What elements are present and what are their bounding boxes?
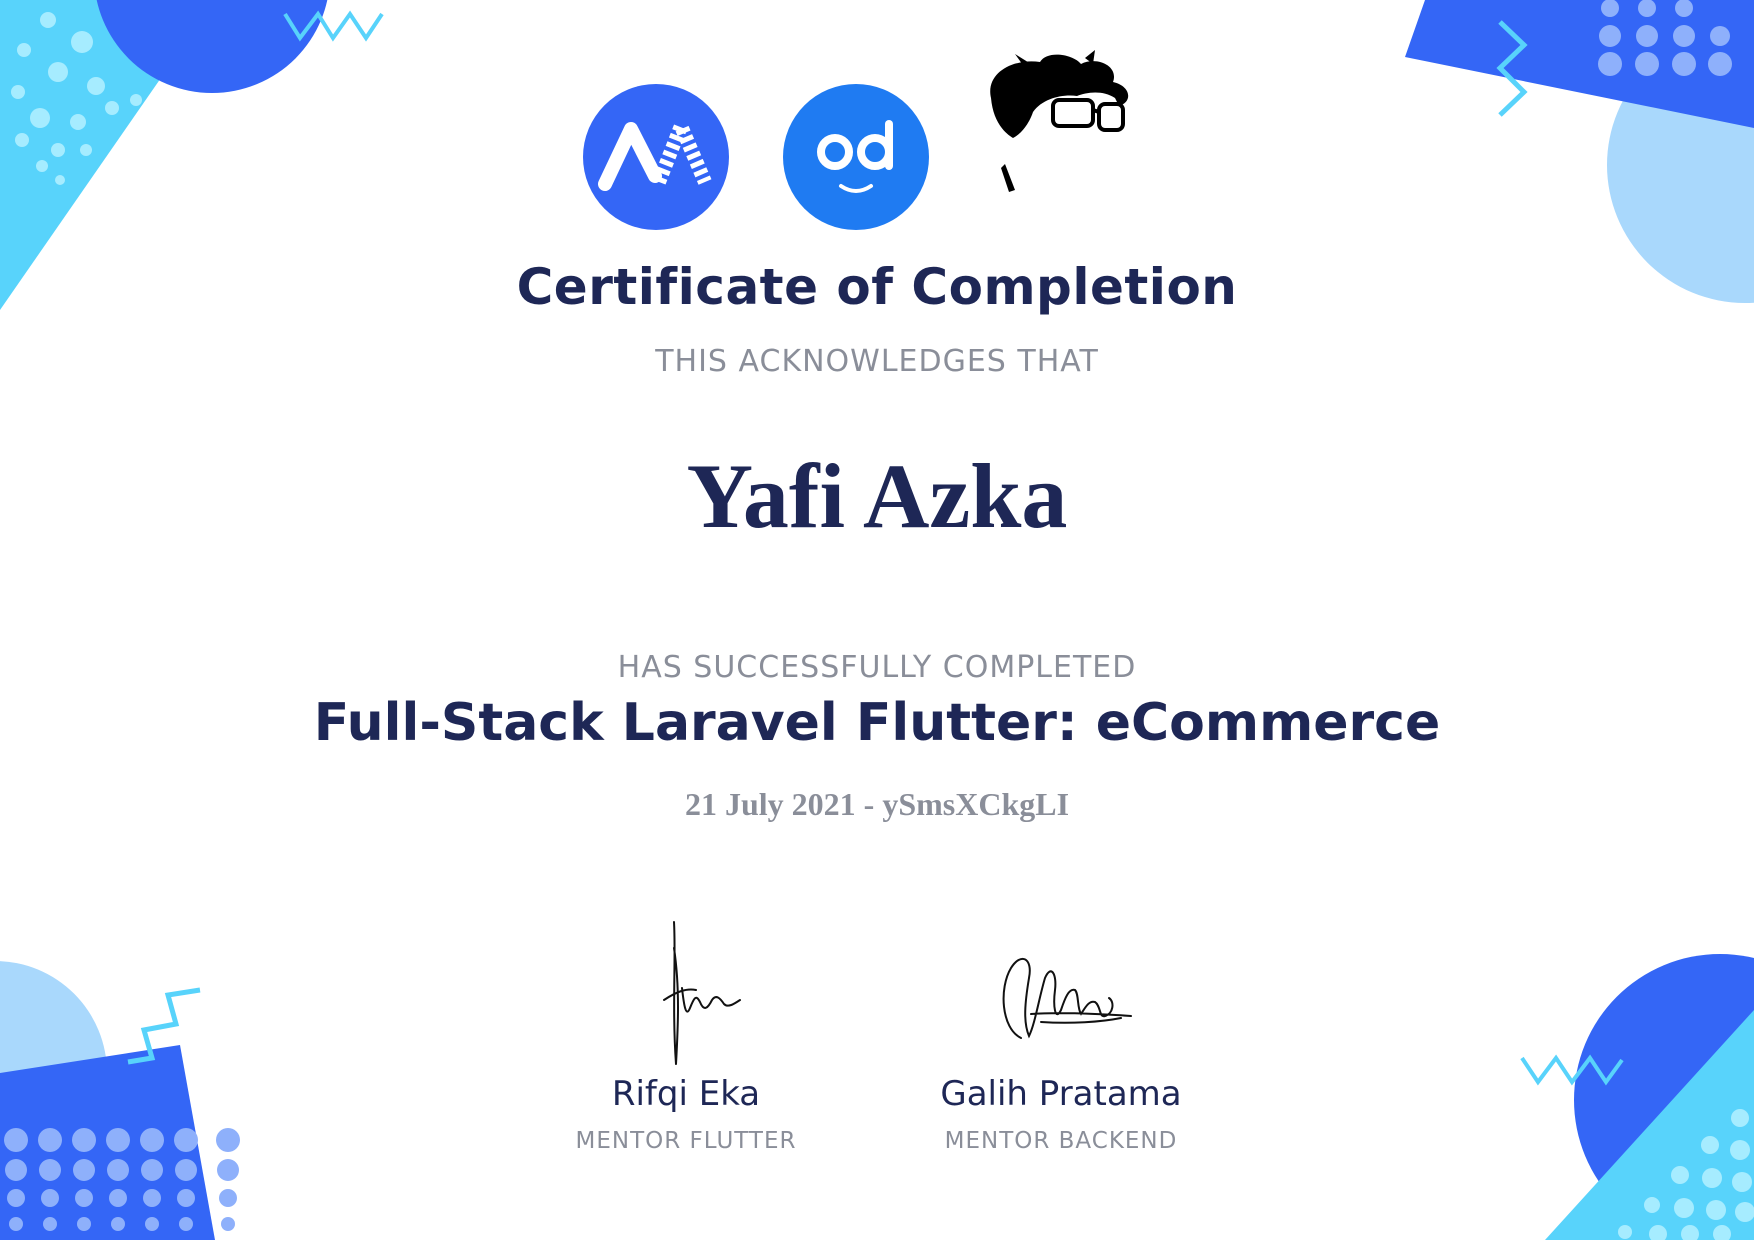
course-name: Full-Stack Laravel Flutter: eCommerce — [313, 693, 1441, 753]
face-avatar-logo-icon — [990, 50, 1129, 192]
acknowledges-label: THIS ACKNOWLEDGES THAT — [655, 344, 1099, 379]
certificate-title: Certificate of Completion — [516, 258, 1238, 316]
date-and-certificate-id: 21 July 2021 - ySmsXCkgLI — [684, 786, 1070, 822]
completed-label: HAS SUCCESSFULLY COMPLETED — [617, 650, 1137, 685]
signer-name: Rifqi Eka — [611, 1074, 761, 1114]
signer-role: MENTOR BACKEND — [944, 1128, 1178, 1154]
certificate-page: Certificate of Completion THIS ACKNOWLED… — [0, 0, 1754, 1240]
od-smiley-logo-icon — [783, 84, 929, 230]
signature-galih-pratama — [1002, 957, 1132, 1039]
signature-rifqi-eka — [663, 921, 741, 1065]
signer-name: Galih Pratama — [940, 1074, 1182, 1114]
bottom-left-decoration — [0, 961, 240, 1240]
bottom-right-decoration — [1520, 954, 1754, 1240]
signer-block-1: Rifqi Eka MENTOR FLUTTER — [506, 918, 866, 1154]
signer-block-2: Galih Pratama MENTOR BACKEND — [881, 918, 1241, 1154]
recipient-name: Yafi Azka — [686, 445, 1068, 547]
signer-role: MENTOR FLUTTER — [575, 1128, 797, 1154]
bwa-logo-icon — [583, 84, 729, 230]
